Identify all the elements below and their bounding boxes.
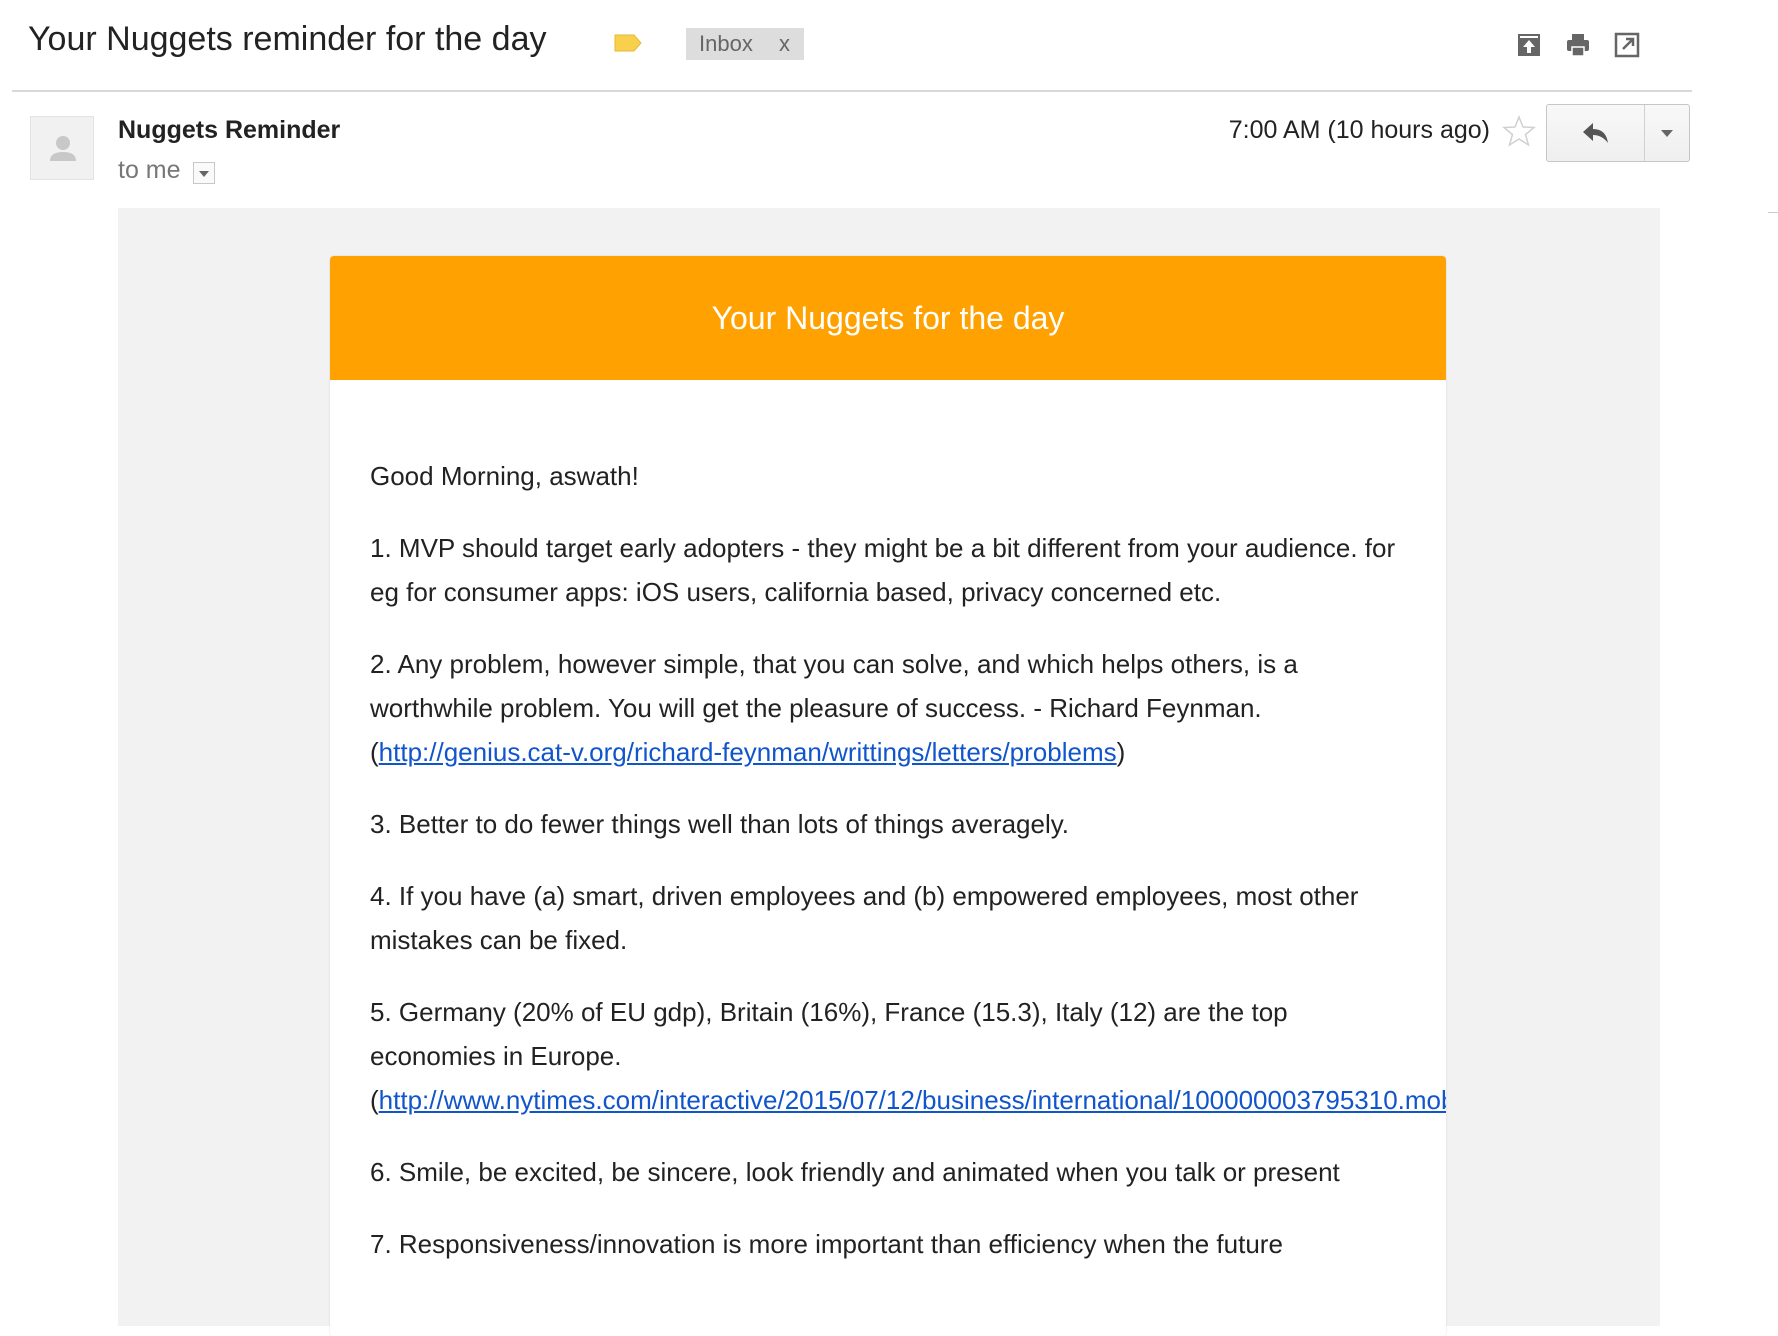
reply-icon (1582, 123, 1608, 143)
email-subject: Your Nuggets reminder for the day (28, 20, 547, 58)
nugget-link[interactable]: http://www.nytimes.com/interactive/2015/… (379, 1085, 1446, 1115)
remove-label-button[interactable]: x (779, 31, 790, 57)
recipient-summary: to me (118, 156, 181, 184)
avatar (30, 116, 94, 180)
inbox-label: Inbox (699, 31, 753, 56)
nugget-item: 3. Better to do fewer things well than l… (370, 809, 1070, 839)
nugget-text-end: ) (1116, 737, 1126, 767)
nugget-item: 4. If you have (a) smart, driven employe… (370, 881, 1359, 955)
label-tag-icon[interactable] (613, 33, 643, 53)
reply-button[interactable] (1547, 105, 1645, 161)
thread-header: Your Nuggets reminder for the day Inbox … (0, 0, 1778, 92)
nugget-link[interactable]: http://genius.cat-v.org/richard-feynman/… (379, 737, 1117, 767)
star-icon[interactable] (1502, 114, 1536, 148)
caret-down-icon (1661, 130, 1673, 137)
new-window-icon[interactable] (1614, 32, 1640, 58)
chevron-down-icon (199, 171, 209, 177)
nugget-item: 6. Smile, be excited, be sincere, look f… (370, 1157, 1340, 1187)
newsletter-header: Your Nuggets for the day (330, 256, 1446, 380)
newsletter-card: Your Nuggets for the day Good Morning, a… (330, 256, 1446, 1336)
show-details-button[interactable] (193, 162, 215, 184)
scroll-indicator (1768, 212, 1778, 213)
reply-button-group (1546, 104, 1690, 162)
archive-icon[interactable] (1516, 32, 1542, 58)
person-icon (50, 136, 76, 161)
more-actions-button[interactable] (1645, 105, 1689, 161)
newsletter-content: Good Morning, aswath! 1. MVP should targ… (330, 380, 1446, 1266)
nugget-item: 1. MVP should target early adopters - th… (370, 533, 1396, 607)
print-icon[interactable] (1565, 32, 1591, 58)
inbox-label-chip: Inbox x (686, 28, 804, 60)
sender-name[interactable]: Nuggets Reminder (118, 116, 340, 145)
nugget-item: 5. Germany (20% of EU gdp), Britain (16%… (370, 990, 1446, 1122)
nugget-item: 7. Responsiveness/innovation is more imp… (370, 1229, 1283, 1259)
greeting: Good Morning, aswath! (370, 461, 639, 491)
nugget-item: 2. Any problem, however simple, that you… (370, 642, 1406, 774)
newsletter-title: Your Nuggets for the day (711, 299, 1065, 336)
message-timestamp: 7:00 AM (10 hours ago) (1228, 116, 1490, 144)
header-divider (12, 90, 1692, 92)
